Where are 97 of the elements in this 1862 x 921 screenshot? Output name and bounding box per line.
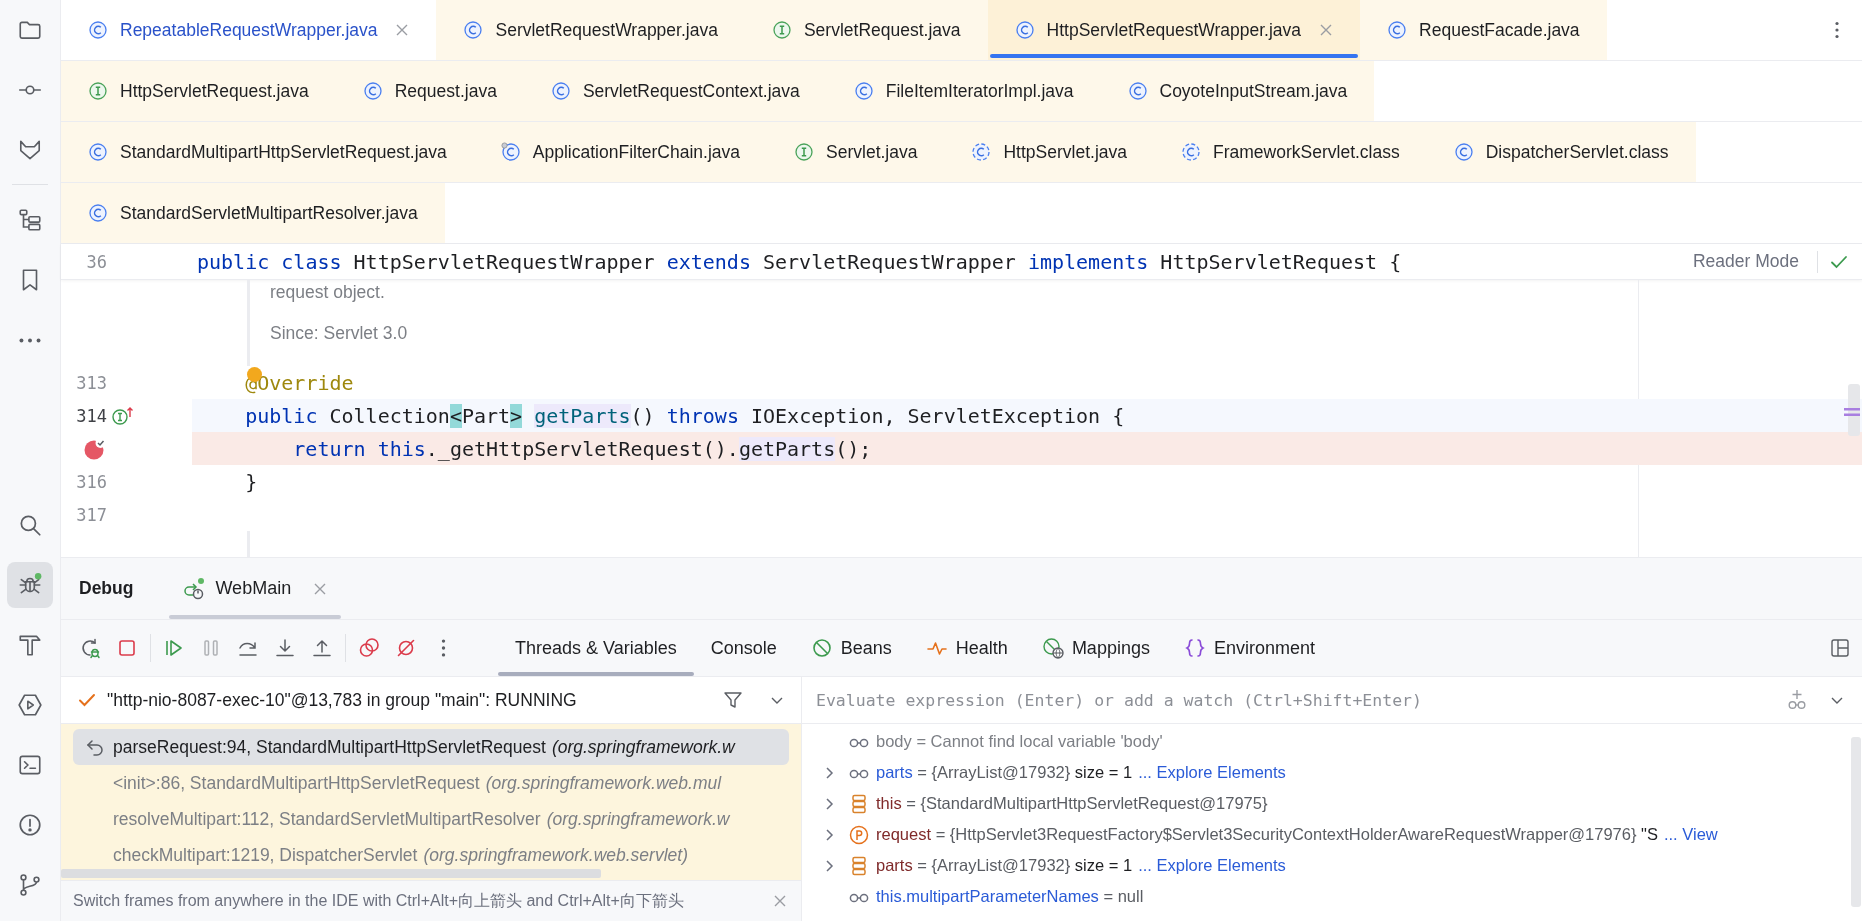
- class-icon: [88, 142, 108, 162]
- class-icon: [362, 81, 383, 101]
- explore-link[interactable]: ... Explore Elements: [1138, 763, 1286, 782]
- class-icon: [550, 81, 571, 101]
- stack-frame[interactable]: parseRequest:94, StandardMultipartHttpServletRequest (org.springframework.w: [73, 729, 789, 765]
- more-icon: [19, 337, 41, 343]
- explore-link[interactable]: ... View: [1663, 825, 1718, 844]
- globe-circle-icon: [1041, 637, 1064, 659]
- editor-tab[interactable]: ServletRequestContext.java: [523, 61, 827, 121]
- code-line: }: [244, 468, 259, 496]
- variable-entry[interactable]: this.multipartParameterNames = null: [876, 887, 1144, 906]
- step-into-icon: [274, 637, 296, 659]
- panel-title: Debug: [79, 578, 134, 599]
- editor-tab[interactable]: HttpServletRequestWrapper.java: [987, 0, 1361, 60]
- close-icon[interactable]: [313, 581, 328, 596]
- editor-tab[interactable]: RequestFacade.java: [1360, 0, 1607, 60]
- implements-icon[interactable]: [111, 405, 135, 426]
- close-icon[interactable]: [773, 894, 787, 908]
- breakpoints-icon: [358, 637, 380, 659]
- editor-tab[interactable]: FileItemIteratorImpl.java: [826, 61, 1101, 121]
- more-icon: [440, 639, 446, 657]
- doc-text: Since: Servlet 3.0: [270, 323, 408, 344]
- stop-icon: [116, 637, 138, 659]
- editor-tab[interactable]: ServletRequestWrapper.java: [436, 0, 745, 60]
- panel-tab[interactable]: Mappings: [1024, 620, 1167, 676]
- scrollbar-thumb[interactable]: [1851, 737, 1861, 907]
- stack-frame[interactable]: <init>:86, StandardMultipartHttpServletRequest (org.springframework.web.mul: [73, 765, 789, 801]
- slashed-circle-icon: [810, 637, 833, 659]
- mute-breakpoints-icon: [395, 637, 417, 659]
- editor-tab[interactable]: ApplicationFilterChain.java: [473, 122, 768, 182]
- explore-link[interactable]: ... Explore Elements: [1138, 856, 1286, 875]
- editor-tab[interactable]: HttpServletRequest.java: [61, 61, 336, 121]
- class-icon: [971, 142, 992, 162]
- filter-icon[interactable]: [723, 690, 743, 710]
- editor-tab[interactable]: HttpServlet.java: [944, 122, 1154, 182]
- editor-tab[interactable]: CoyoteInputStream.java: [1100, 61, 1375, 121]
- tool-window-button[interactable]: [7, 562, 53, 608]
- braces-icon: [1183, 637, 1206, 659]
- variable-entry[interactable]: request = {HttpServlet3RequestFactory$Servlet3SecurityContextHolderAwareRequestWrapper@17976} "S: [876, 825, 1658, 844]
- panel-tab[interactable]: Console: [693, 620, 794, 676]
- panel-tab[interactable]: Health: [908, 620, 1025, 676]
- structure-icon: [17, 207, 43, 233]
- class-icon: [88, 203, 108, 223]
- line-number: 313: [76, 372, 107, 393]
- variable-entry[interactable]: parts = {ArrayList@17932} size = 1: [876, 763, 1133, 782]
- class-icon: [463, 20, 484, 40]
- interface-icon: [771, 20, 792, 40]
- add-watch-icon[interactable]: [1786, 689, 1808, 711]
- editor-tab[interactable]: FrameworkServlet.class: [1154, 122, 1427, 182]
- editor-tab[interactable]: DispatcherServlet.class: [1426, 122, 1696, 182]
- class-icon: [1453, 142, 1474, 162]
- scrollbar-thumb[interactable]: [61, 869, 601, 878]
- variable-entry[interactable]: this = {StandardMultipartHttpServletRequest@17975}: [876, 794, 1268, 813]
- exclamation-circle-icon: [17, 812, 43, 838]
- editor-tab[interactable]: Request.java: [335, 61, 524, 121]
- class-icon: [1181, 142, 1201, 162]
- panel-tab[interactable]: Beans: [793, 620, 909, 676]
- editor-tab[interactable]: StandardMultipartHttpServletRequest.java: [61, 122, 474, 182]
- class-icon: [1014, 20, 1035, 40]
- hexagon-play-icon: [17, 692, 43, 718]
- interface-icon: [794, 142, 815, 162]
- search-icon: [17, 512, 43, 538]
- return-arrow-icon: [85, 737, 105, 757]
- line-number: 314: [76, 405, 107, 426]
- class-icon: [853, 81, 874, 101]
- session-tab[interactable]: WebMain: [169, 558, 342, 619]
- interface-icon: [88, 81, 108, 101]
- code-line: @Override: [192, 366, 1862, 399]
- layout-icon[interactable]: [1830, 638, 1850, 658]
- rerun-icon: [79, 637, 101, 659]
- close-icon[interactable]: [395, 23, 410, 37]
- thread-label[interactable]: "http-nio-8087-exec-10"@13,783 in group "main": RUNNING: [107, 689, 577, 711]
- panel-tab[interactable]: Threads & Variables: [498, 620, 694, 676]
- usage-marker: [1844, 408, 1860, 416]
- class-icon: [1387, 20, 1408, 40]
- parameter-icon: [848, 823, 870, 846]
- line-number: 36: [85, 251, 107, 272]
- editor-tab[interactable]: ServletRequest.java: [744, 0, 988, 60]
- class-icon: [88, 20, 108, 40]
- line-number: 317: [76, 504, 107, 525]
- editor-tab[interactable]: Servlet.java: [767, 122, 945, 182]
- doc-text: request object.: [270, 282, 386, 303]
- code-line: public class HttpServletRequestWrapper extends ServletRequestWrapper implements HttpServletRequest {: [196, 248, 1403, 276]
- variable-entry[interactable]: parts = {ArrayList@17932} size = 1: [876, 856, 1133, 875]
- class-icon: [1127, 81, 1148, 101]
- variable-entry[interactable]: body = Cannot find local variable 'body': [876, 732, 1163, 751]
- stack-frame[interactable]: checkMultipart:1219, DispatcherServlet (org.springframework.web.servlet): [73, 837, 789, 873]
- panel-tab[interactable]: Environment: [1166, 620, 1332, 676]
- step-out-icon: [311, 637, 333, 659]
- stack-frame[interactable]: resolveMultipart:112, StandardServletMultipartResolver (org.springframework.w: [73, 801, 789, 837]
- branch-icon: [17, 872, 43, 898]
- line-number: 316: [76, 471, 107, 492]
- resume-icon: [163, 637, 185, 659]
- class-icon: [500, 142, 521, 162]
- editor-tab[interactable]: StandardServletMultipartResolver.java: [61, 183, 445, 243]
- expression-field[interactable]: Evaluate expression (Enter) or add a watch (Ctrl+Shift+Enter): [816, 690, 1768, 710]
- hint-text: Switch frames from anywhere in the IDE with Ctrl+Alt+向上箭头 and Ctrl+Alt+向下箭头: [73, 890, 684, 911]
